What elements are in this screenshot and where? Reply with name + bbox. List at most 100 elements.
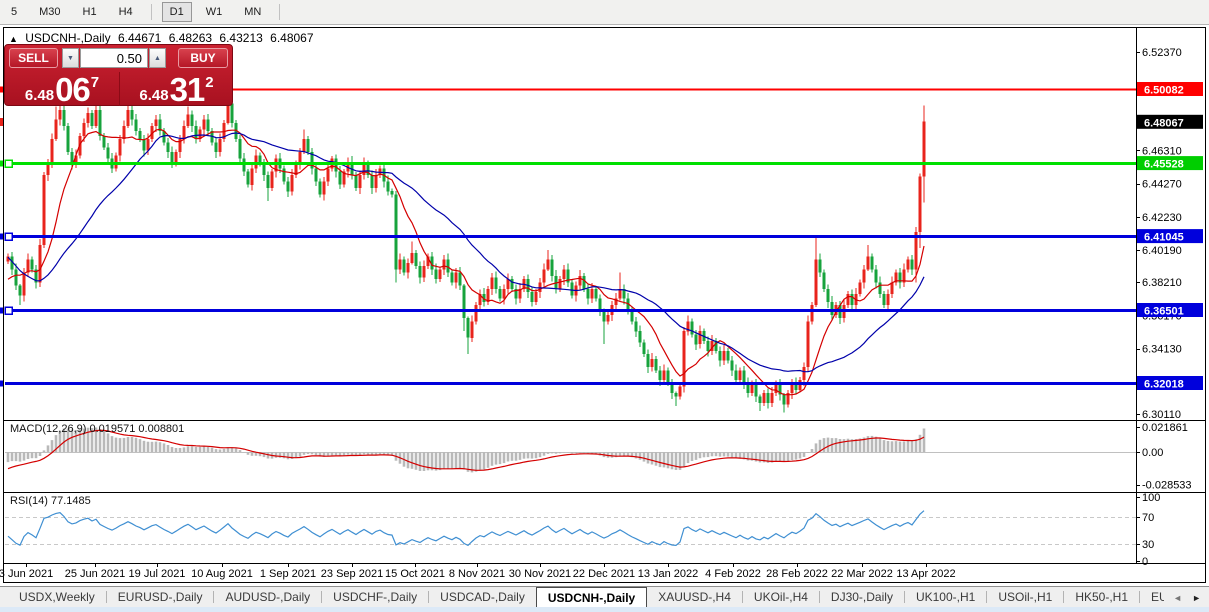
sell-price-sup: 7: [91, 74, 99, 91]
date-tick-label: 10 Aug 2021: [191, 568, 253, 580]
rsi-axis-label: 100: [1142, 492, 1160, 504]
tab-eurusd-daily[interactable]: EURUSD-,Daily: [107, 587, 214, 607]
sell-price-prefix: 6.48: [25, 87, 54, 104]
hline-anchor-marker[interactable]: [5, 160, 12, 167]
buy-button[interactable]: BUY: [178, 48, 228, 68]
sell-button[interactable]: SELL: [9, 48, 58, 68]
symbol-tabbar: USDX,WeeklyEURUSD-,DailyAUDUSD-,DailyUSD…: [0, 586, 1209, 607]
chart-symbol-period: USDCNH-,Daily: [25, 31, 110, 45]
window-bottom-strip: [0, 607, 1209, 612]
date-tick-label: 23 Sep 2021: [321, 568, 383, 580]
hline-anchor-marker[interactable]: [5, 307, 12, 314]
tab-usdcnh-daily[interactable]: USDCNH-,Daily: [536, 587, 647, 607]
tab-scroll-left-icon[interactable]: ◄: [1168, 593, 1187, 603]
price-tick-label: 6.34130: [1142, 344, 1182, 356]
tab-usdchf-daily[interactable]: USDCHF-,Daily: [322, 587, 428, 607]
tab-ukoil-h4[interactable]: UKOil-,H4: [743, 587, 819, 607]
toolbar-separator: [279, 4, 280, 20]
price-badge-label: 6.32018: [1144, 379, 1184, 391]
timeframe-toolbar: 5 M30 H1 H4 D1 W1MN: [0, 0, 1209, 25]
price-badge-label: 6.45528: [1144, 159, 1184, 171]
moving-average-lines: [8, 129, 924, 395]
price-badge-label: 6.50082: [1144, 85, 1184, 97]
chart-header: ▲ USDCNH-,Daily 6.44671 6.48263 6.43213 …: [9, 31, 318, 45]
collapse-arrow-icon[interactable]: ▲: [9, 34, 18, 44]
price-tick-label: 6.52370: [1142, 47, 1182, 59]
rsi-axis-label: 30: [1142, 539, 1154, 551]
rsi-axis-label: 70: [1142, 512, 1154, 524]
timeframe-button-m30[interactable]: M30: [31, 2, 68, 22]
one-click-trade-panel: SELL ▼ ▲ BUY 6.48 06 7 6.48 31 2: [4, 44, 233, 106]
tab-xauusd-h4[interactable]: XAUUSD-,H4: [647, 587, 742, 607]
hline-anchor-marker[interactable]: [5, 233, 12, 240]
date-tick-label: 22 Dec 2021: [573, 568, 635, 580]
date-tick-label: 25 Jun 2021: [65, 568, 126, 580]
price-tick-label: 6.46310: [1142, 145, 1182, 157]
tab-audusd-daily[interactable]: AUDUSD-,Daily: [214, 587, 321, 607]
price-tick-label: 6.40190: [1142, 245, 1182, 257]
ohlc-open: 6.44671: [118, 31, 161, 45]
tab-usdcad-daily[interactable]: USDCAD-,Daily: [429, 587, 536, 607]
volume-increase-button[interactable]: ▲: [149, 48, 166, 68]
candlesticks: [7, 77, 926, 412]
macd-axis-label: 0.021861: [1142, 422, 1188, 434]
chevron-up-icon: ▲: [154, 55, 161, 62]
date-tick-label: 28 Feb 2022: [766, 568, 828, 580]
trading-platform-window: { "toolbar": { "timeframes": ["5", "M30"…: [0, 0, 1209, 612]
tab-scroll-arrows: ◄►: [1164, 587, 1206, 607]
horizontal-line-objects: [0, 87, 1136, 387]
macd-axis-label: -0.028533: [1142, 480, 1192, 492]
timeframe-button-w1[interactable]: W1: [198, 2, 231, 22]
ohlc-high: 6.48263: [169, 31, 212, 45]
tab-dj30-daily[interactable]: DJ30-,Daily: [820, 587, 904, 607]
timeframe-button-d1[interactable]: D1: [162, 2, 192, 22]
timeframe-button-5[interactable]: 5: [3, 2, 25, 22]
tab-usoil-h1[interactable]: USOil-,H1: [987, 587, 1063, 607]
volume-decrease-button[interactable]: ▼: [62, 48, 79, 68]
price-axis: 6.52370 6.46310 6.44270 6.42230 6.40190 6.382…: [1136, 47, 1203, 421]
sell-price-big: 06: [55, 75, 90, 104]
tab-uk100-h1[interactable]: UK100-,H1: [905, 587, 986, 607]
volume-input[interactable]: [80, 48, 148, 68]
ohlc-low: 6.43213: [219, 31, 262, 45]
pane-frames: [4, 28, 1206, 583]
price-tick-label: 6.44270: [1142, 179, 1182, 191]
date-tick-label: 13 Jan 2022: [638, 568, 699, 580]
date-tick-label: 1 Sep 2021: [260, 568, 316, 580]
date-tick-label: 8 Nov 2021: [449, 568, 505, 580]
rsi-indicator-label: RSI(14) 77.1485: [10, 495, 91, 507]
macd-axis-label: 0.00: [1142, 447, 1163, 459]
buy-price-display[interactable]: 6.48 31 2: [119, 72, 233, 106]
date-tick-label: 19 Jul 2021: [129, 568, 186, 580]
date-tick-label: 3 Jun 2021: [0, 568, 53, 580]
date-tick-label: 30 Nov 2021: [509, 568, 571, 580]
macd-indicator-label: MACD(12,26,9) 0.019571 0.008801: [10, 423, 184, 435]
price-badge-label: 6.36501: [1144, 306, 1184, 318]
toolbar-separator: [151, 4, 152, 20]
rsi-axis-label: 0: [1142, 556, 1148, 568]
ohlc-close: 6.48067: [270, 31, 313, 45]
tab-usdx-weekly[interactable]: USDX,Weekly: [8, 587, 106, 607]
rsi-pane: [5, 511, 1136, 546]
date-tick-label: 13 Apr 2022: [896, 568, 955, 580]
price-badge-label: 6.41045: [1144, 232, 1184, 244]
price-tick-label: 6.30110: [1142, 409, 1181, 421]
buy-price-big: 31: [170, 75, 205, 104]
timeframe-button-mn[interactable]: MN: [236, 2, 269, 22]
date-axis: 3 Jun 2021 25 Jun 202119 Jul 2021 10 Aug 2…: [0, 563, 956, 580]
date-tick-label: 4 Feb 2022: [705, 568, 761, 580]
timeframe-button-h1[interactable]: H1: [75, 2, 105, 22]
sell-price-display[interactable]: 6.48 06 7: [5, 72, 119, 106]
price-tick-label: 6.42230: [1142, 212, 1182, 224]
buy-price-sup: 2: [205, 74, 213, 91]
indicator-axis-labels: 0.021861 0.00 -0.028533100 70 30 0: [1136, 422, 1192, 568]
date-tick-label: 22 Mar 2022: [831, 568, 893, 580]
timeframe-button-h4[interactable]: H4: [111, 2, 141, 22]
chevron-down-icon: ▼: [67, 55, 74, 62]
tab-scroll-right-icon[interactable]: ►: [1187, 593, 1206, 603]
price-tick-label: 6.38210: [1142, 277, 1182, 289]
buy-price-prefix: 6.48: [139, 87, 168, 104]
price-badge-label: 6.48067: [1144, 117, 1184, 129]
tab-hk50-h1[interactable]: HK50-,H1: [1064, 587, 1139, 607]
date-tick-label: 15 Oct 2021: [385, 568, 445, 580]
